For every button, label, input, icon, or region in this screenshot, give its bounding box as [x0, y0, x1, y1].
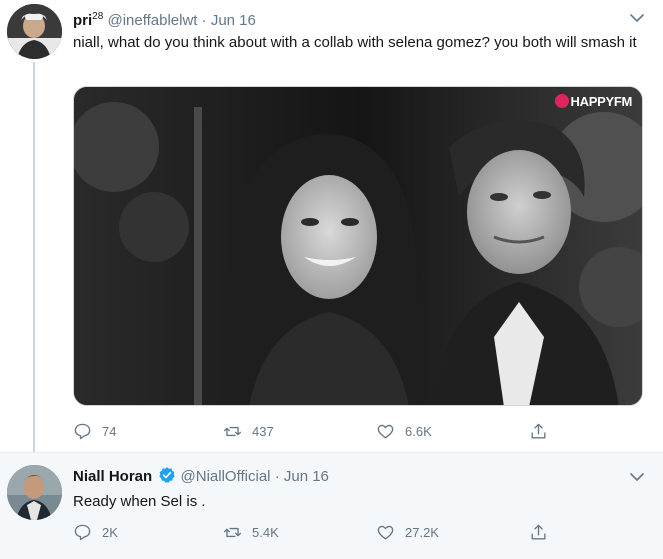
retweet-count: 5.4K	[252, 524, 279, 540]
share-icon	[531, 423, 546, 439]
display-name[interactable]: pri28	[73, 11, 103, 29]
separator-dot: ·	[201, 12, 207, 29]
heart-icon	[377, 424, 394, 439]
reply-button[interactable]: 2K	[73, 521, 118, 543]
separator-dot: ·	[274, 468, 280, 485]
tweet-actions: 2K 5.4K 27.2K	[73, 521, 633, 543]
happyfm-logo-icon	[554, 94, 569, 108]
reply-icon	[74, 423, 91, 439]
media-watermark: HAPPYFM	[554, 94, 632, 109]
verified-badge-icon	[159, 467, 176, 483]
heart-icon	[377, 525, 394, 540]
tweet-header: pri28 @ineffablelwt · Jun 16	[73, 7, 256, 31]
share-button[interactable]	[529, 420, 558, 442]
reply-icon	[74, 524, 91, 540]
chevron-down-icon[interactable]	[629, 469, 645, 485]
display-name[interactable]: Niall Horan	[73, 468, 152, 485]
reply-button[interactable]: 74	[73, 420, 116, 442]
tweet-date[interactable]: Jun 16	[284, 468, 329, 485]
reply-count: 2K	[102, 524, 118, 540]
user-handle[interactable]: @NiallOfficial	[181, 468, 271, 485]
avatar[interactable]	[7, 465, 62, 520]
like-button[interactable]: 27.2K	[376, 521, 439, 543]
retweet-icon	[223, 426, 242, 436]
retweet-button[interactable]: 5.4K	[223, 521, 279, 543]
media-photo	[74, 87, 642, 405]
like-count: 6.6K	[405, 423, 432, 439]
reply-count: 74	[102, 423, 117, 439]
share-button[interactable]	[529, 521, 558, 543]
chevron-down-icon[interactable]	[629, 10, 645, 26]
tweet-actions: 74 437 6.6K	[73, 420, 633, 442]
like-button[interactable]: 6.6K	[376, 420, 432, 442]
tweet-header: Niall Horan @NiallOfficial · Jun 16	[73, 466, 329, 487]
thread-line	[33, 62, 35, 452]
like-count: 27.2K	[405, 524, 439, 540]
tweet-text: Ready when Sel is .	[73, 493, 206, 510]
avatar-photo	[7, 4, 62, 59]
retweet-icon	[223, 527, 242, 537]
tweet-text: niall, what do you think about with a co…	[73, 34, 637, 51]
tweet-reply[interactable]: Niall Horan @NiallOfficial · Jun 16 Read…	[0, 452, 663, 559]
user-handle[interactable]: @ineffablelwt	[107, 12, 197, 29]
tweet-original[interactable]: pri28 @ineffablelwt · Jun 16 niall, what…	[0, 0, 663, 452]
tweet-date[interactable]: Jun 16	[211, 12, 256, 29]
avatar[interactable]	[7, 4, 62, 59]
retweet-button[interactable]: 437	[223, 420, 274, 442]
retweet-count: 437	[252, 423, 274, 439]
share-icon	[531, 524, 546, 540]
avatar-photo	[7, 465, 62, 520]
tweet-media-image[interactable]: HAPPYFM	[73, 86, 643, 406]
